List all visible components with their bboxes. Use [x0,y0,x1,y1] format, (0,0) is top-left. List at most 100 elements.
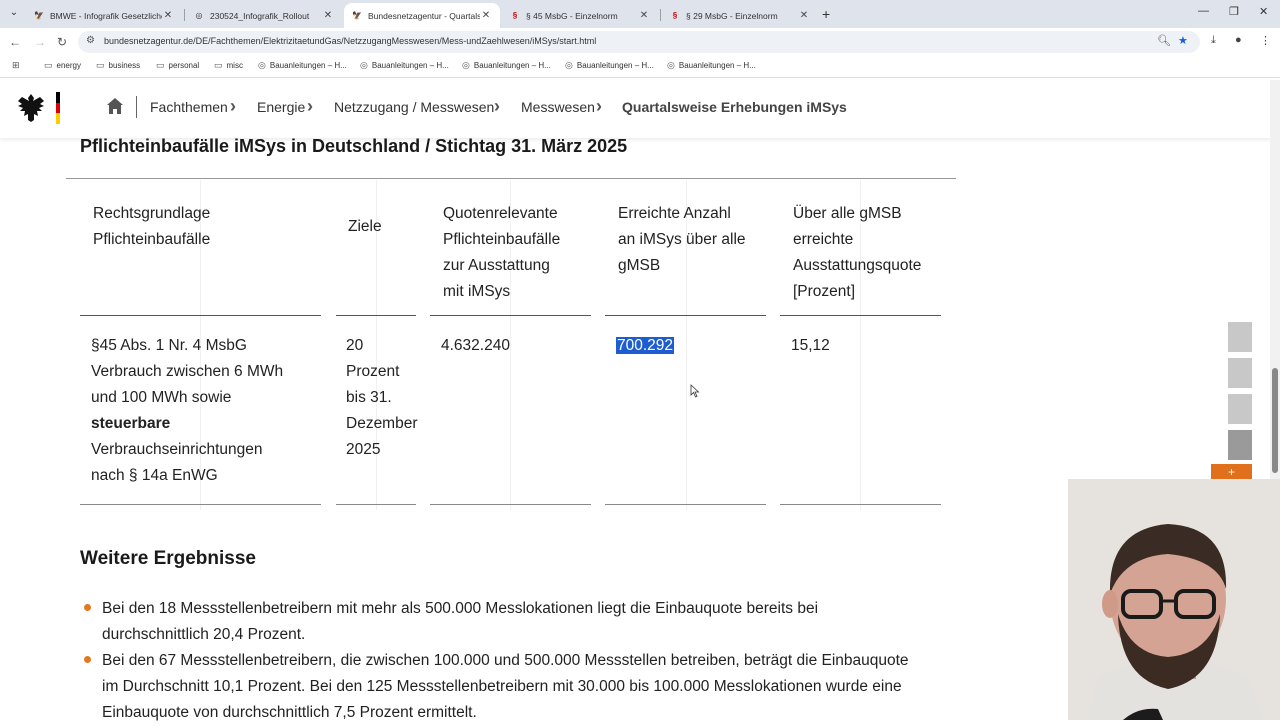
new-tab-icon[interactable]: + [822,6,830,22]
presenter-video [1068,479,1280,720]
tab-msbg-29[interactable]: § § 29 MsbG - Einzelnorm ✕ [662,3,818,28]
row-underline [605,504,766,505]
row-underline [780,504,941,505]
tab-msbg-45[interactable]: § § 45 MsbG - Einzelnorm ✕ [502,3,658,28]
profile-avatar-icon[interactable]: ● [1235,34,1242,46]
bullet-icon [84,656,91,663]
bookmark-folder-energy[interactable]: ▭ energy [44,60,81,71]
row-underline [430,504,591,505]
breadcrumb-item-messwesen[interactable]: Messwesen [521,99,595,115]
close-tab-icon[interactable]: ✕ [480,10,492,21]
header-underline [336,315,416,316]
site-favicon-icon: 🦅 [34,11,44,20]
close-tab-icon[interactable]: ✕ [798,10,810,21]
tab-bundesnetzagentur[interactable]: 🦅 Bundesnetzagentur - Quartalsw ✕ [344,3,500,28]
breadcrumb-divider [136,96,137,118]
globe-icon: ◎ [360,60,368,70]
section-heading: Weitere Ergebnisse [80,548,257,569]
folder-icon: ▭ [96,60,105,70]
column-header-ziele: Ziele [348,218,382,235]
close-tab-icon[interactable]: ✕ [322,10,334,21]
webcam-overlay [1068,479,1280,720]
menu-kebab-icon[interactable]: ⋮ [1260,34,1271,47]
globe-icon: ◎ [195,11,203,20]
reload-icon[interactable]: ↻ [57,35,67,49]
close-window-icon[interactable]: ✕ [1259,5,1268,18]
side-tool-button[interactable] [1228,322,1252,352]
divider [66,178,956,179]
tab-separator [184,9,185,21]
folder-icon: ▭ [156,60,165,70]
cell-ziele: 20 Prozent bis 31. Dezember 2025 [346,337,418,458]
cell-ausstattungsquote: 15,12 [791,337,830,354]
breadcrumb-item-fachthemen[interactable]: Fachthemen [150,99,228,115]
column-header-quotenrelevante: Quotenrelevante Pflichteinbaufälle zur Aus… [443,205,561,300]
bookmark-folder-personal[interactable]: ▭ personal [156,60,199,71]
cell-quotenrelevante: 4.632.240 [441,337,510,354]
bookmark-bauanleitungen-2[interactable]: ◎ Bauanleitungen – H... [360,60,449,71]
mouse-cursor-icon [690,384,700,398]
row-underline [336,504,416,505]
text-selection[interactable]: 700.292 [616,337,675,354]
site-favicon-icon: 🦅 [352,11,362,20]
tab-bmwe[interactable]: 🦅 BMWE - Infografik Gesetzlicher ✕ [26,3,182,28]
breadcrumb-item-energie[interactable]: Energie [257,99,305,115]
german-flag-stripe [56,92,60,125]
chevron-right-icon: › [596,96,602,116]
apps-grid-icon[interactable]: ⊞ [12,60,20,71]
breadcrumb-item-netzzugang[interactable]: Netzzugang / Messwesen [334,99,494,115]
forward-icon[interactable]: → [34,35,46,49]
header-underline [605,315,766,316]
chevron-right-icon: › [230,96,236,116]
header-underline [80,315,321,316]
cell-rechtsgrundlage: §45 Abs. 1 Nr. 4 MsbG Verbrauch zwischen… [91,337,284,484]
tab-search-icon[interactable]: ⌄ [6,7,22,21]
folder-icon: ▭ [44,60,53,70]
side-tool-button[interactable] [1228,358,1252,388]
globe-icon: ◎ [462,60,470,70]
side-tool-button[interactable] [1228,394,1252,424]
feedback-button[interactable]: + [1211,464,1252,480]
bullet-icon [84,604,91,611]
bookmark-star-icon[interactable]: ★ [1178,34,1188,47]
back-icon[interactable]: ← [9,35,21,49]
list-item: Bei den 18 Messstellenbetreibern mit meh… [102,600,819,643]
bookmark-folder-misc[interactable]: ▭ misc [214,60,243,71]
row-underline [80,504,321,505]
breadcrumb-current: Quartalsweise Erhebungen iMSys [622,99,847,115]
side-tool-button[interactable] [1228,430,1252,460]
paragraph-favicon-icon: § [672,11,678,20]
folder-icon: ▭ [214,60,223,70]
table-title: Pflichteinbaufälle iMSys in Deutschland … [80,136,628,156]
globe-icon: ◎ [565,60,573,70]
globe-icon: ◎ [667,60,675,70]
paragraph-favicon-icon: § [512,11,518,20]
column-header-erreichte-anzahl: Erreichte Anzahl an iMSys über alle gMSB [618,205,746,274]
download-icon[interactable]: ⤓ [1211,34,1216,47]
chevron-right-icon: › [307,96,313,116]
home-icon[interactable] [106,97,124,115]
chevron-right-icon: › [494,96,500,116]
column-header-rechtsgrundlage: Rechtsgrundlage Pflichteinbaufälle [93,205,211,248]
url-text[interactable]: bundesnetzagentur.de/DE/Fachthemen/Elekt… [104,36,596,46]
federal-eagle-logo[interactable] [16,92,46,124]
list-item: Bei den 67 Messstellenbetreibern, die zw… [102,652,909,721]
site-info-icon[interactable]: ⚙ [86,35,95,46]
close-tab-icon[interactable]: ✕ [162,10,174,21]
bookmark-bauanleitungen-1[interactable]: ◎ Bauanleitungen – H... [258,60,347,71]
cell-erreichte-anzahl[interactable]: 700.292 [616,333,675,359]
header-underline [780,315,941,316]
scrollbar-thumb[interactable] [1272,368,1278,473]
bookmark-bauanleitungen-3[interactable]: ◎ Bauanleitungen – H... [462,60,551,71]
globe-icon: ◎ [258,60,266,70]
header-underline [430,315,591,316]
bookmark-bauanleitungen-4[interactable]: ◎ Bauanleitungen – H... [565,60,654,71]
tab-separator [660,9,661,21]
bookmark-folder-business[interactable]: ▭ business [96,60,140,71]
tab-infografik[interactable]: ◎ 230524_Infografik_Rollout ✕ [186,3,342,28]
bookmark-bauanleitungen-5[interactable]: ◎ Bauanleitungen – H... [667,60,756,71]
zoom-icon[interactable]: 🔍︎ [1157,34,1171,47]
minimize-icon[interactable]: — [1198,5,1209,17]
restore-icon[interactable]: ❐ [1229,5,1239,18]
close-tab-icon[interactable]: ✕ [638,10,650,21]
